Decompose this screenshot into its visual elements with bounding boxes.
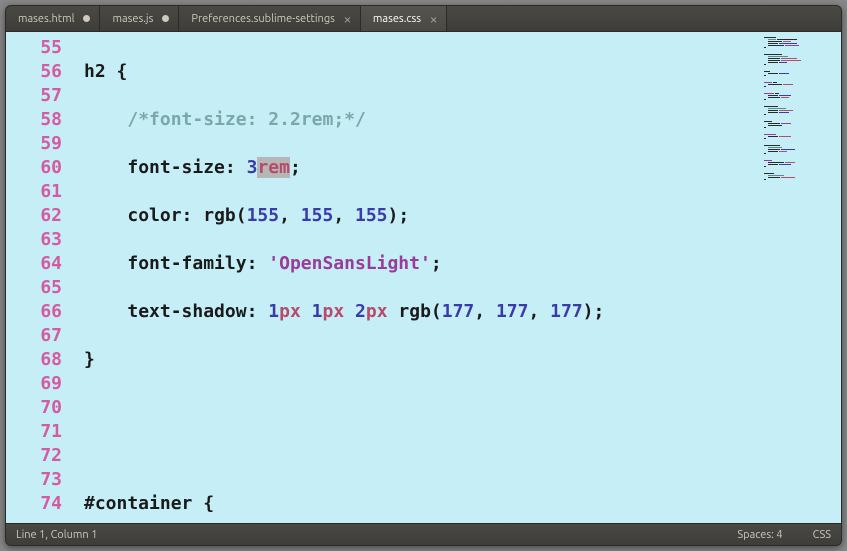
line-number: 70 bbox=[6, 396, 62, 420]
code-token: } bbox=[84, 349, 95, 370]
code-token: rgb bbox=[203, 205, 236, 226]
line-number: 65 bbox=[6, 276, 62, 300]
code-token: px bbox=[322, 301, 344, 322]
line-number: 55 bbox=[6, 36, 62, 60]
code-token: 155 bbox=[301, 205, 334, 226]
close-icon[interactable] bbox=[343, 14, 352, 23]
minimap[interactable] bbox=[761, 32, 841, 523]
line-number: 64 bbox=[6, 252, 62, 276]
code-token: font-size bbox=[127, 157, 225, 178]
code-token: text-shadow bbox=[127, 301, 246, 322]
tab-preferences[interactable]: Preferences.sublime-settings bbox=[179, 6, 361, 31]
code-token: color bbox=[127, 205, 181, 226]
tab-mases-html[interactable]: mases.html bbox=[6, 6, 100, 31]
line-number: 60 bbox=[6, 156, 62, 180]
tab-label: mases.css bbox=[373, 13, 421, 25]
dirty-indicator-icon[interactable] bbox=[82, 14, 91, 23]
close-icon[interactable] bbox=[429, 14, 438, 23]
status-position[interactable]: Line 1, Column 1 bbox=[16, 529, 97, 541]
code-token: font-family bbox=[127, 253, 246, 274]
status-bar: Line 1, Column 1 Spaces: 4 CSS bbox=[6, 523, 841, 545]
line-number: 58 bbox=[6, 108, 62, 132]
line-number: 68 bbox=[6, 348, 62, 372]
line-number: 59 bbox=[6, 132, 62, 156]
editor-window: mases.html mases.js Preferences.sublime-… bbox=[5, 5, 842, 546]
code-token: 3 bbox=[247, 157, 258, 178]
code-token: px bbox=[366, 301, 388, 322]
gutter: 55 56 57 58 59 60 61 62 63 64 65 66 67 6… bbox=[6, 32, 72, 523]
editor-area[interactable]: 55 56 57 58 59 60 61 62 63 64 65 66 67 6… bbox=[6, 32, 841, 523]
dirty-indicator-icon[interactable] bbox=[161, 14, 170, 23]
line-number: 56 bbox=[6, 60, 62, 84]
line-number: 63 bbox=[6, 228, 62, 252]
code-token: 'OpenSansLight' bbox=[268, 253, 431, 274]
code-token: px bbox=[279, 301, 301, 322]
tab-mases-css[interactable]: mases.css bbox=[361, 6, 447, 31]
tab-label: Preferences.sublime-settings bbox=[191, 13, 335, 25]
line-number: 62 bbox=[6, 204, 62, 228]
code-token: 177 bbox=[496, 301, 529, 322]
line-number: 72 bbox=[6, 444, 62, 468]
tab-mases-js[interactable]: mases.js bbox=[100, 6, 179, 31]
code-token: 2 bbox=[355, 301, 366, 322]
line-number: 74 bbox=[6, 492, 62, 516]
tab-bar: mases.html mases.js Preferences.sublime-… bbox=[6, 6, 841, 32]
code-token: rem bbox=[257, 157, 290, 178]
code-token: #container { bbox=[84, 493, 214, 514]
line-number: 61 bbox=[6, 180, 62, 204]
tab-label: mases.js bbox=[112, 13, 153, 25]
line-number: 69 bbox=[6, 372, 62, 396]
code-token: 177 bbox=[442, 301, 475, 322]
code-comment: /*font-size: 2.2rem;*/ bbox=[127, 109, 365, 130]
line-number: 73 bbox=[6, 468, 62, 492]
line-number: 67 bbox=[6, 324, 62, 348]
code-view[interactable]: h2 { /*font-size: 2.2rem;*/ font-size: 3… bbox=[72, 32, 761, 523]
line-number: 66 bbox=[6, 300, 62, 324]
line-number: 57 bbox=[6, 84, 62, 108]
code-token: 155 bbox=[247, 205, 280, 226]
code-token: 155 bbox=[355, 205, 388, 226]
status-syntax[interactable]: CSS bbox=[813, 529, 831, 541]
code-token: 1 bbox=[268, 301, 279, 322]
tab-label: mases.html bbox=[18, 13, 74, 25]
status-indent[interactable]: Spaces: 4 bbox=[737, 529, 782, 541]
code-token: 1 bbox=[312, 301, 323, 322]
code-token: 177 bbox=[550, 301, 583, 322]
line-number: 71 bbox=[6, 420, 62, 444]
code-token: rgb bbox=[398, 301, 431, 322]
code-token: h2 { bbox=[84, 61, 127, 82]
